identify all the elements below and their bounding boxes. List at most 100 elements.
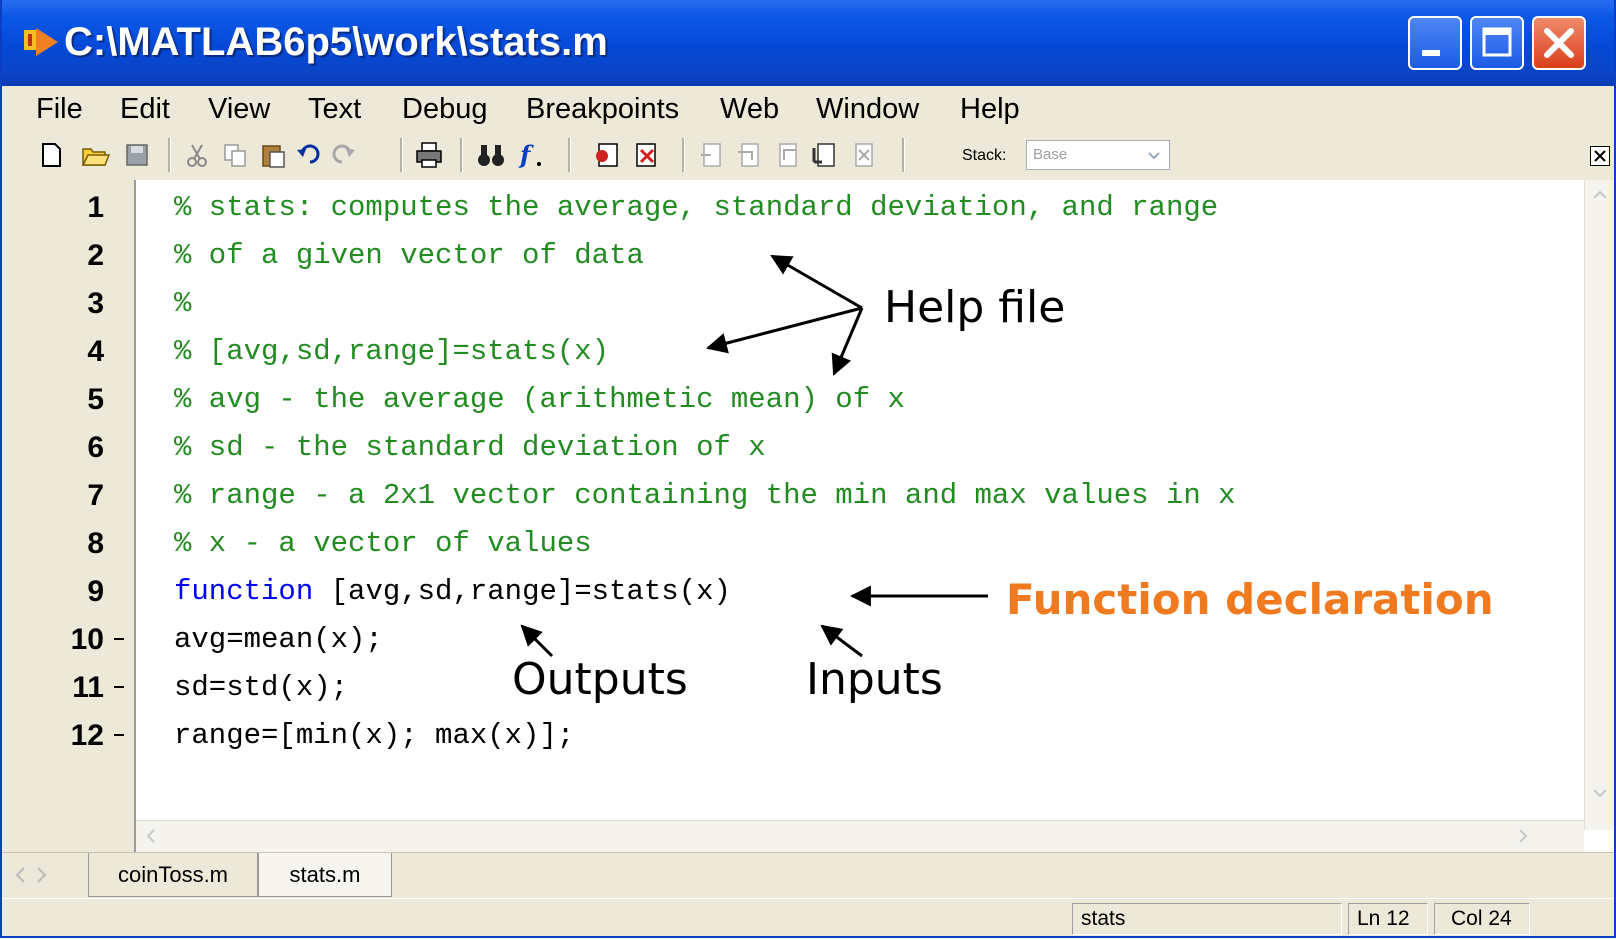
- toolbar-separator: [682, 138, 685, 172]
- new-file-icon[interactable]: [36, 140, 66, 170]
- annotation-help-file: Help file: [884, 282, 1066, 333]
- toolbar-separator: [168, 138, 171, 172]
- matlab-editor-window: C:\MATLAB6p5\work\stats.m File Edit View…: [0, 0, 1616, 938]
- menu-web[interactable]: Web: [720, 86, 779, 132]
- code-line-comment: % of a given vector of data: [174, 239, 644, 272]
- annotation-outputs: Outputs: [512, 654, 688, 705]
- tab-nav-arrows-icon[interactable]: [6, 863, 76, 887]
- line-number: 8: [87, 527, 104, 560]
- code-editor[interactable]: 1 2 3 4 5 6 7 8 9 10 11 12 % stats: comp…: [2, 180, 1615, 853]
- annotation-function-declaration: Function declaration: [1006, 575, 1494, 624]
- toolbar-separator: [400, 138, 403, 172]
- toolbar-separator: [902, 138, 905, 172]
- code-line-function-declaration: function [avg,sd,range]=stats(x): [174, 572, 731, 612]
- status-function-name: stats: [1072, 903, 1342, 935]
- line-number: 7: [87, 479, 104, 512]
- chevron-down-icon: [1148, 152, 1160, 160]
- save-icon[interactable]: [122, 140, 152, 170]
- code-line-comment: % sd - the standard deviation of x: [174, 431, 766, 464]
- toolbar-separator: [460, 138, 463, 172]
- code-line: sd=std(x);: [174, 671, 349, 704]
- scroll-right-icon[interactable]: [1508, 821, 1538, 851]
- breakpoint-marker[interactable]: [114, 668, 126, 708]
- svg-text:f: f: [518, 140, 534, 169]
- window-title: C:\MATLAB6p5\work\stats.m: [64, 20, 608, 64]
- function-keyword: function: [174, 575, 314, 608]
- clear-breakpoints-icon[interactable]: [630, 140, 660, 170]
- code-line-comment: % range - a 2x1 vector containing the mi…: [174, 479, 1236, 512]
- close-icon: [1544, 28, 1574, 58]
- step-out-icon[interactable]: [772, 140, 802, 170]
- title-bar[interactable]: C:\MATLAB6p5\work\stats.m: [2, 0, 1614, 86]
- line-number: 12: [70, 719, 104, 752]
- print-icon[interactable]: [414, 140, 444, 170]
- menu-help[interactable]: Help: [960, 86, 1020, 132]
- step-in-icon[interactable]: [734, 140, 764, 170]
- code-line-comment: % x - a vector of values: [174, 527, 592, 560]
- code-line-comment: % stats: computes the average, standard …: [174, 191, 1219, 224]
- menu-text[interactable]: Text: [308, 86, 361, 132]
- gutter-divider: [134, 180, 136, 852]
- document-tab-bar: coinToss.m stats.m: [2, 852, 1614, 899]
- exit-debug-icon[interactable]: [848, 140, 878, 170]
- menu-view[interactable]: View: [208, 86, 270, 132]
- line-number: 4: [87, 335, 104, 368]
- scroll-up-icon[interactable]: [1585, 180, 1615, 210]
- tab-cointoss[interactable]: coinToss.m: [88, 853, 258, 897]
- line-number: 10: [70, 623, 104, 656]
- continue-icon[interactable]: [810, 140, 840, 170]
- line-number: 3: [87, 287, 104, 320]
- breakpoint-marker[interactable]: [114, 620, 126, 660]
- toolbar: f Stack: Base: [2, 132, 1614, 180]
- undo-icon[interactable]: [294, 140, 324, 170]
- matlab-editor-icon: [24, 28, 58, 56]
- code-line-comment: % avg - the average (arithmetic mean) of…: [174, 383, 905, 416]
- status-column: Col 24: [1434, 903, 1530, 935]
- find-binoculars-icon[interactable]: [476, 140, 506, 170]
- close-button[interactable]: [1532, 16, 1586, 70]
- stack-dropdown[interactable]: Base: [1026, 140, 1170, 170]
- function-icon[interactable]: f: [516, 140, 546, 170]
- maximize-icon: [1482, 27, 1512, 57]
- status-line: Ln 12: [1348, 903, 1428, 935]
- minimize-button[interactable]: [1408, 16, 1462, 70]
- menu-edit[interactable]: Edit: [120, 86, 170, 132]
- line-number: 6: [87, 431, 104, 464]
- vertical-scrollbar[interactable]: [1584, 180, 1615, 830]
- line-number: 5: [87, 383, 104, 416]
- line-number: 9: [87, 575, 104, 608]
- stack-label: Stack:: [962, 147, 1007, 164]
- line-number: 2: [87, 239, 104, 272]
- copy-icon[interactable]: [220, 140, 250, 170]
- cut-icon[interactable]: [182, 140, 212, 170]
- tab-stats[interactable]: stats.m: [258, 853, 392, 897]
- breakpoint-marker[interactable]: [114, 716, 126, 756]
- function-signature: [avg,sd,range]=stats(x): [313, 575, 731, 608]
- undock-toolbar-button[interactable]: [1590, 146, 1610, 166]
- menu-bar: File Edit View Text Debug Breakpoints We…: [2, 86, 1614, 132]
- open-folder-icon[interactable]: [80, 140, 110, 170]
- scroll-down-icon[interactable]: [1585, 778, 1615, 808]
- maximize-button[interactable]: [1470, 16, 1524, 70]
- menu-debug[interactable]: Debug: [402, 86, 487, 132]
- scroll-left-icon[interactable]: [136, 821, 166, 851]
- redo-icon[interactable]: [328, 140, 358, 170]
- menu-file[interactable]: File: [36, 86, 83, 132]
- line-number: 11: [72, 671, 104, 704]
- code-line-comment: %: [174, 287, 192, 320]
- annotation-inputs: Inputs: [806, 654, 943, 705]
- step-icon[interactable]: [696, 140, 726, 170]
- status-bar: stats Ln 12 Col 24: [2, 898, 1614, 936]
- paste-icon[interactable]: [258, 140, 288, 170]
- line-number-gutter: 1 2 3 4 5 6 7 8 9 10 11 12: [2, 180, 134, 852]
- stack-value: Base: [1033, 146, 1068, 163]
- set-breakpoint-icon[interactable]: [592, 140, 622, 170]
- code-line: range=[min(x); max(x)];: [174, 719, 575, 752]
- minimize-icon: [1422, 50, 1440, 56]
- code-line-comment: % [avg,sd,range]=stats(x): [174, 335, 610, 368]
- menu-window[interactable]: Window: [816, 86, 919, 132]
- code-line: avg=mean(x);: [174, 623, 383, 656]
- horizontal-scrollbar[interactable]: [136, 820, 1584, 853]
- menu-breakpoints[interactable]: Breakpoints: [526, 86, 679, 132]
- toolbar-separator: [568, 138, 571, 172]
